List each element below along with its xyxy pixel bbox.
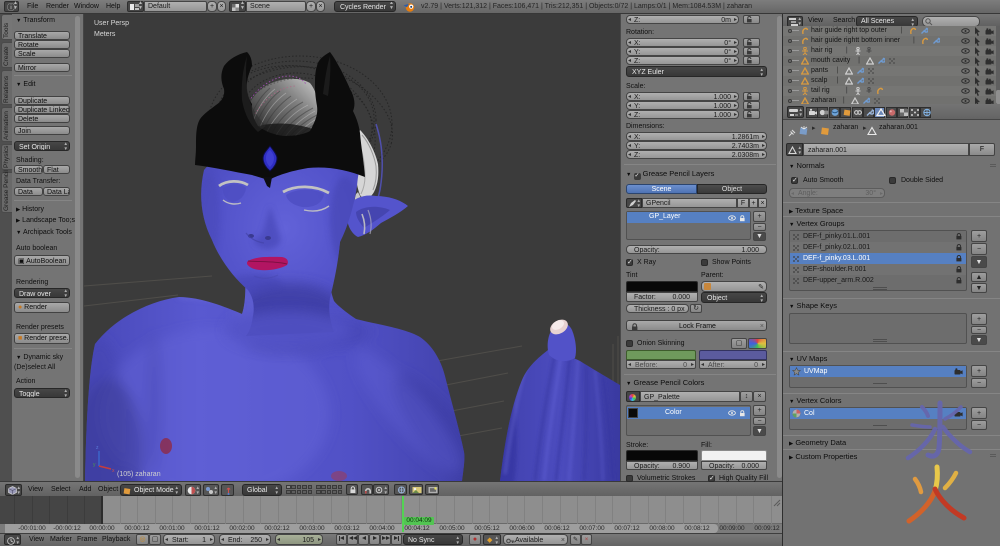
svg-text:Meters: Meters bbox=[94, 31, 116, 38]
svg-text:User Persp: User Persp bbox=[94, 20, 129, 27]
svg-text:(105) zaharan: (105) zaharan bbox=[117, 471, 161, 478]
